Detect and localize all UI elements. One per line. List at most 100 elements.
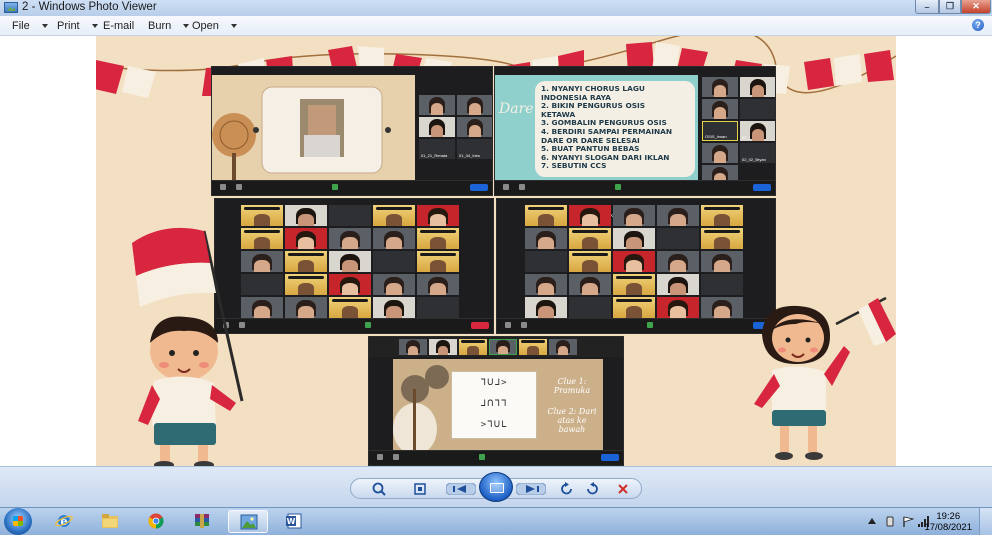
next-button[interactable] (514, 481, 548, 497)
photo-viewer-icon (240, 514, 258, 530)
menu-open[interactable]: Open (192, 20, 237, 32)
participant-tile (285, 251, 327, 272)
participant-tile (569, 228, 611, 249)
taskbar-word[interactable]: W (274, 510, 314, 533)
menu-burn[interactable]: Burn (148, 20, 190, 32)
participant-name: OSIS_Irwan (705, 134, 727, 139)
next-icon (516, 483, 546, 495)
taskbar-photo-viewer[interactable] (228, 510, 268, 533)
shared-screen-slide (212, 75, 415, 185)
start-button[interactable] (4, 508, 32, 535)
participant-name: 02_02_Bryan (742, 157, 766, 162)
participant-tile (429, 339, 457, 355)
title-bar: 2 - Windows Photo Viewer – ❐ ✕ (0, 0, 992, 17)
participant-tile (549, 339, 577, 355)
mute-icon (220, 184, 226, 190)
dare-list: 1. NYANYI CHORUS LAGU INDONESIA RAYA 2. … (535, 81, 695, 177)
share-icon (615, 184, 621, 190)
taskbar-winrar[interactable] (182, 510, 222, 533)
taskbar-chrome[interactable] (136, 510, 176, 533)
delete-button[interactable] (614, 481, 632, 497)
usb-device-icon[interactable] (886, 516, 894, 527)
participant-tile (373, 228, 415, 249)
participant-tile (657, 228, 699, 249)
participant-tile: 02_30_Chris (740, 121, 775, 141)
participant-tile (457, 95, 492, 115)
zoom-control-bar (497, 318, 775, 333)
participant-tile (613, 228, 655, 249)
close-button[interactable]: ✕ (961, 0, 991, 14)
participant-strip (369, 337, 623, 357)
show-desktop-button[interactable] (979, 508, 992, 535)
taskbar-file-explorer[interactable] (90, 510, 130, 533)
participant-tile (373, 205, 415, 226)
participant-tile (613, 251, 655, 272)
leave-meeting-button (601, 454, 619, 461)
participant-tile (285, 274, 327, 295)
participant-tile (373, 251, 415, 272)
video-icon (236, 184, 242, 190)
previous-button[interactable] (444, 481, 478, 497)
participant-tile (657, 274, 699, 295)
taskbar-internet-explorer[interactable]: e (44, 510, 84, 533)
participant-tile (285, 205, 327, 226)
window-title: 2 - Windows Photo Viewer (22, 1, 157, 13)
rotate-cw-icon (587, 482, 598, 495)
zoom-screenshot-1: 01_21_Renata 01_34_Ines (211, 66, 493, 196)
dare-line: 7. SEBUTIN CCS (541, 161, 607, 171)
cipher-line: ᒣᑌᒧ> (480, 378, 508, 388)
participant-tile (417, 274, 459, 295)
participant-tile (417, 205, 459, 226)
zoom-screenshot-4: OSIS_Kaori OSIS_Allison OSIS_Oliver (496, 198, 776, 334)
participant-tile (701, 228, 743, 249)
leave-meeting-button (753, 184, 771, 191)
participant-tile (702, 77, 738, 97)
share-icon (479, 454, 485, 460)
participant-tile (329, 297, 371, 318)
internet-explorer-icon: e (55, 515, 73, 528)
chevron-down-icon (91, 24, 98, 28)
slideshow-button[interactable] (479, 472, 513, 502)
show-hidden-icons-icon[interactable] (868, 518, 876, 524)
participant-tile (525, 274, 567, 295)
kid-with-flag-left (132, 227, 244, 466)
maximize-button[interactable]: ❐ (939, 0, 961, 14)
participant-tile (329, 274, 371, 295)
participant-name: 02_30_Chris (742, 135, 765, 140)
menu-file[interactable]: File (12, 20, 48, 32)
menu-print-label: Print (57, 20, 80, 32)
actual-size-button[interactable] (410, 481, 430, 497)
magnifier-icon (372, 482, 386, 496)
menu-email[interactable]: E-mail (103, 20, 134, 32)
participant-tile (417, 228, 459, 249)
participant-tile (457, 117, 492, 137)
clock[interactable]: 19:26 17/08/2021 (924, 511, 972, 533)
participant-tile: 02_02_Bryan (740, 143, 775, 163)
help-icon[interactable]: ? (972, 19, 984, 31)
participant-tile (519, 339, 547, 355)
menu-email-label: E-mail (103, 20, 135, 32)
minimize-button[interactable]: – (915, 0, 939, 14)
participant-tile (701, 205, 743, 226)
tree-illustration (212, 86, 391, 183)
action-center-flag-icon[interactable] (902, 516, 914, 527)
participant-tile (329, 205, 371, 226)
rotate-clockwise-button[interactable] (583, 481, 601, 497)
participant-tile (525, 205, 567, 226)
participant-tile (399, 339, 427, 355)
winrar-icon (195, 514, 209, 528)
menu-print[interactable]: Print (57, 20, 98, 32)
participant-tile (702, 99, 738, 119)
zoom-button[interactable] (368, 481, 392, 497)
zoom-control-bar (212, 180, 492, 195)
participant-tile (569, 205, 611, 226)
zoom-control-bar (215, 318, 493, 333)
participant-tile (373, 297, 415, 318)
fit-window-icon (414, 483, 426, 495)
rotate-counterclockwise-button[interactable] (558, 481, 576, 497)
share-icon (647, 322, 653, 328)
participant-tile (657, 251, 699, 272)
participant-tile (329, 251, 371, 272)
clue-1: Clue 1: Pramuka (553, 377, 591, 395)
mute-icon (505, 322, 511, 328)
